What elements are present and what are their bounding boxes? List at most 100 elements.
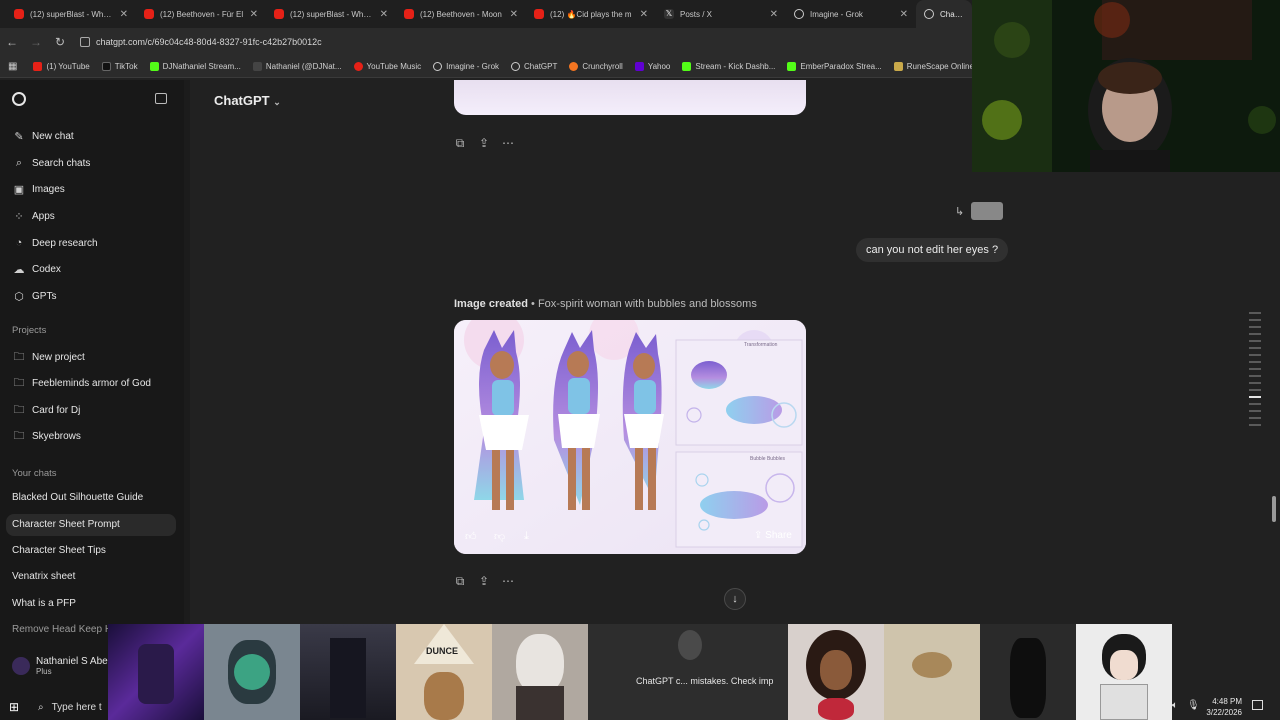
- scroll-to-bottom-button[interactable]: ↓: [724, 588, 746, 610]
- bookmark[interactable]: Yahoo: [634, 62, 670, 71]
- sidebar-item-project[interactable]: 🗀 Feebleminds armor of God: [12, 374, 151, 393]
- bookmark[interactable]: Imagine - Grok: [433, 62, 499, 71]
- close-icon[interactable]: ✕: [380, 9, 388, 20]
- more-icon[interactable]: ⋯: [502, 574, 514, 589]
- bookmark[interactable]: DJNathaniel Stream...: [149, 62, 241, 71]
- sidebar-item-gpts[interactable]: ⬡ GPTs: [12, 290, 56, 303]
- volume-icon[interactable]: 🔈︎: [1172, 700, 1178, 711]
- windows-start-icon[interactable]: ⊞: [9, 700, 19, 714]
- sidebar-item-new-project[interactable]: 🗀 New project: [12, 348, 85, 367]
- chatgpt-logo-icon[interactable]: [12, 92, 26, 106]
- chatgpt-icon: [924, 9, 934, 19]
- close-icon[interactable]: ✕: [120, 9, 128, 20]
- bookmark[interactable]: (1) YouTube: [33, 62, 90, 71]
- chat-item[interactable]: Remove Head Keep H: [12, 624, 112, 635]
- image-title: • Fox-spirit woman with bubbles and blos…: [531, 298, 757, 310]
- close-icon[interactable]: ✕: [900, 9, 908, 20]
- webcam-feed: [972, 0, 1280, 172]
- chat-item[interactable]: Blacked Out Silhouette Guide: [12, 492, 143, 503]
- your-chats-heading: Your chats: [12, 468, 57, 479]
- share-icon: ⇪: [754, 530, 763, 541]
- address-bar: ← → ↻ chatgpt.com/c/69c04c48-80d4-8327-9…: [0, 28, 972, 56]
- youtube-icon: [33, 62, 43, 71]
- browser-tab[interactable]: (12) superBlast - What.. ✕: [6, 0, 136, 28]
- copy-icon[interactable]: ⧉: [454, 574, 466, 589]
- close-icon[interactable]: ✕: [250, 9, 258, 20]
- copy-icon[interactable]: ⧉: [454, 136, 466, 151]
- site-info-icon[interactable]: [80, 37, 90, 47]
- thumbs-down-icon[interactable]: 👎︎: [494, 530, 505, 543]
- reply-image-thumbnail[interactable]: [971, 202, 1003, 220]
- bookmark[interactable]: Crunchyroll: [569, 62, 623, 71]
- sidebar-item-apps[interactable]: ⁘ Apps: [12, 210, 55, 223]
- sidebar-item-label: Search chats: [32, 158, 91, 169]
- previous-generated-image[interactable]: [454, 80, 806, 115]
- chat-item[interactable]: Character Sheet Tips: [12, 545, 106, 556]
- main-scrollbar-thumb[interactable]: [1272, 496, 1276, 522]
- close-icon[interactable]: ✕: [770, 9, 778, 20]
- sidebar-item-project[interactable]: 🗀 Skyebrows: [12, 427, 81, 446]
- url-field[interactable]: chatgpt.com/c/69c04c48-80d4-8327-91fc-c4…: [80, 37, 322, 47]
- youtube-music-icon: [353, 62, 363, 71]
- close-icon[interactable]: ✕: [510, 9, 518, 20]
- taskbar-clock[interactable]: 4:48 PM 3/22/2026: [1198, 696, 1242, 718]
- chatgpt-icon: [511, 62, 521, 71]
- forward-icon[interactable]: →: [24, 35, 48, 49]
- sidebar-item-search-chats[interactable]: ⌕ Search chats: [12, 157, 90, 170]
- generated-image[interactable]: Transformation Bubble Bubbles: [454, 320, 806, 554]
- browser-tab[interactable]: Imagine - Grok ✕: [786, 0, 916, 28]
- sidebar-item-label: Images: [32, 184, 65, 195]
- grok-icon: [794, 9, 804, 19]
- taskbar-search[interactable]: ⌕ Type here t: [32, 696, 108, 718]
- minimap-current-marker: [1249, 396, 1261, 398]
- share-icon[interactable]: ⇪: [478, 136, 490, 151]
- download-icon[interactable]: ⤓: [524, 530, 529, 543]
- apps-grid-icon[interactable]: ▦: [8, 61, 17, 72]
- bookmark[interactable]: Stream - Kick Dashb...: [682, 62, 775, 71]
- bookmark[interactable]: Nathaniel (@DJNat...: [252, 62, 342, 71]
- browser-tab-active[interactable]: Character: [916, 0, 972, 28]
- apps-icon: ⁘: [14, 211, 24, 223]
- chat-item[interactable]: What is a PFP: [12, 598, 76, 609]
- sidebar-item-images[interactable]: ▣ Images: [12, 183, 65, 196]
- user-account[interactable]: Nathaniel S Abe Plus: [12, 656, 108, 676]
- close-icon[interactable]: ✕: [640, 9, 648, 20]
- sidebar-item-label: Apps: [32, 211, 55, 222]
- share-icon[interactable]: ⇪: [478, 574, 490, 589]
- disclaimer-toast: ChatGPT c... mistakes. Check imp: [636, 676, 774, 686]
- reload-icon[interactable]: ↻: [48, 35, 72, 49]
- back-icon[interactable]: ←: [0, 35, 24, 49]
- sidebar-item-project[interactable]: 🗀 Card for Dj: [12, 401, 81, 420]
- chevron-down-icon: ⌄: [273, 97, 281, 107]
- browser-tab[interactable]: (12) 🔥Cid plays the m ✕: [526, 0, 656, 28]
- browser-tab[interactable]: (12) Beethoven - Für El ✕: [136, 0, 266, 28]
- sidebar-toggle-icon[interactable]: [155, 93, 167, 104]
- bookmark[interactable]: RuneScape Online: [893, 62, 974, 71]
- browser-tab[interactable]: (12) Beethoven - Moon ✕: [396, 0, 526, 28]
- sidebar-item-deep-research[interactable]: ◔ Deep research: [12, 237, 98, 249]
- chat-item[interactable]: Venatrix sheet: [12, 571, 75, 582]
- conversation-minimap[interactable]: [1249, 312, 1261, 431]
- chat-item-selected[interactable]: Character Sheet Prompt: [6, 514, 176, 536]
- caption-bubble-bubbles: Bubble Bubbles: [750, 456, 786, 462]
- search-icon: ⌕: [15, 157, 23, 169]
- sidebar-item-new-chat[interactable]: ✎ New chat: [12, 130, 73, 143]
- bookmark[interactable]: EmberParadox Strea...: [787, 62, 882, 71]
- notification-icon[interactable]: [1252, 700, 1263, 710]
- more-icon[interactable]: ⋯: [502, 136, 514, 151]
- bookmark[interactable]: ChatGPT: [511, 62, 557, 71]
- browser-tab[interactable]: (12) superBlast - Where ✕: [266, 0, 396, 28]
- model-selector[interactable]: ChatGPT ⌄: [214, 93, 281, 108]
- youtube-icon: [144, 9, 154, 19]
- bookmark-label: Nathaniel (@DJNat...: [265, 62, 342, 71]
- browser-tab[interactable]: 𝕏 Posts / X ✕: [656, 0, 786, 28]
- thumbs-up-icon[interactable]: 👍︎: [465, 530, 477, 543]
- bookmark[interactable]: YouTube Music: [353, 62, 421, 71]
- sidebar-item-codex[interactable]: ☁ Codex: [12, 263, 61, 276]
- runescape-icon: [893, 62, 903, 71]
- user-plan: Plus: [36, 667, 52, 676]
- bookmark[interactable]: TikTok: [101, 62, 138, 71]
- share-button[interactable]: ⇪ Share: [754, 530, 792, 541]
- kick-icon: [149, 62, 159, 71]
- clock-date: 3/22/2026: [1206, 708, 1242, 717]
